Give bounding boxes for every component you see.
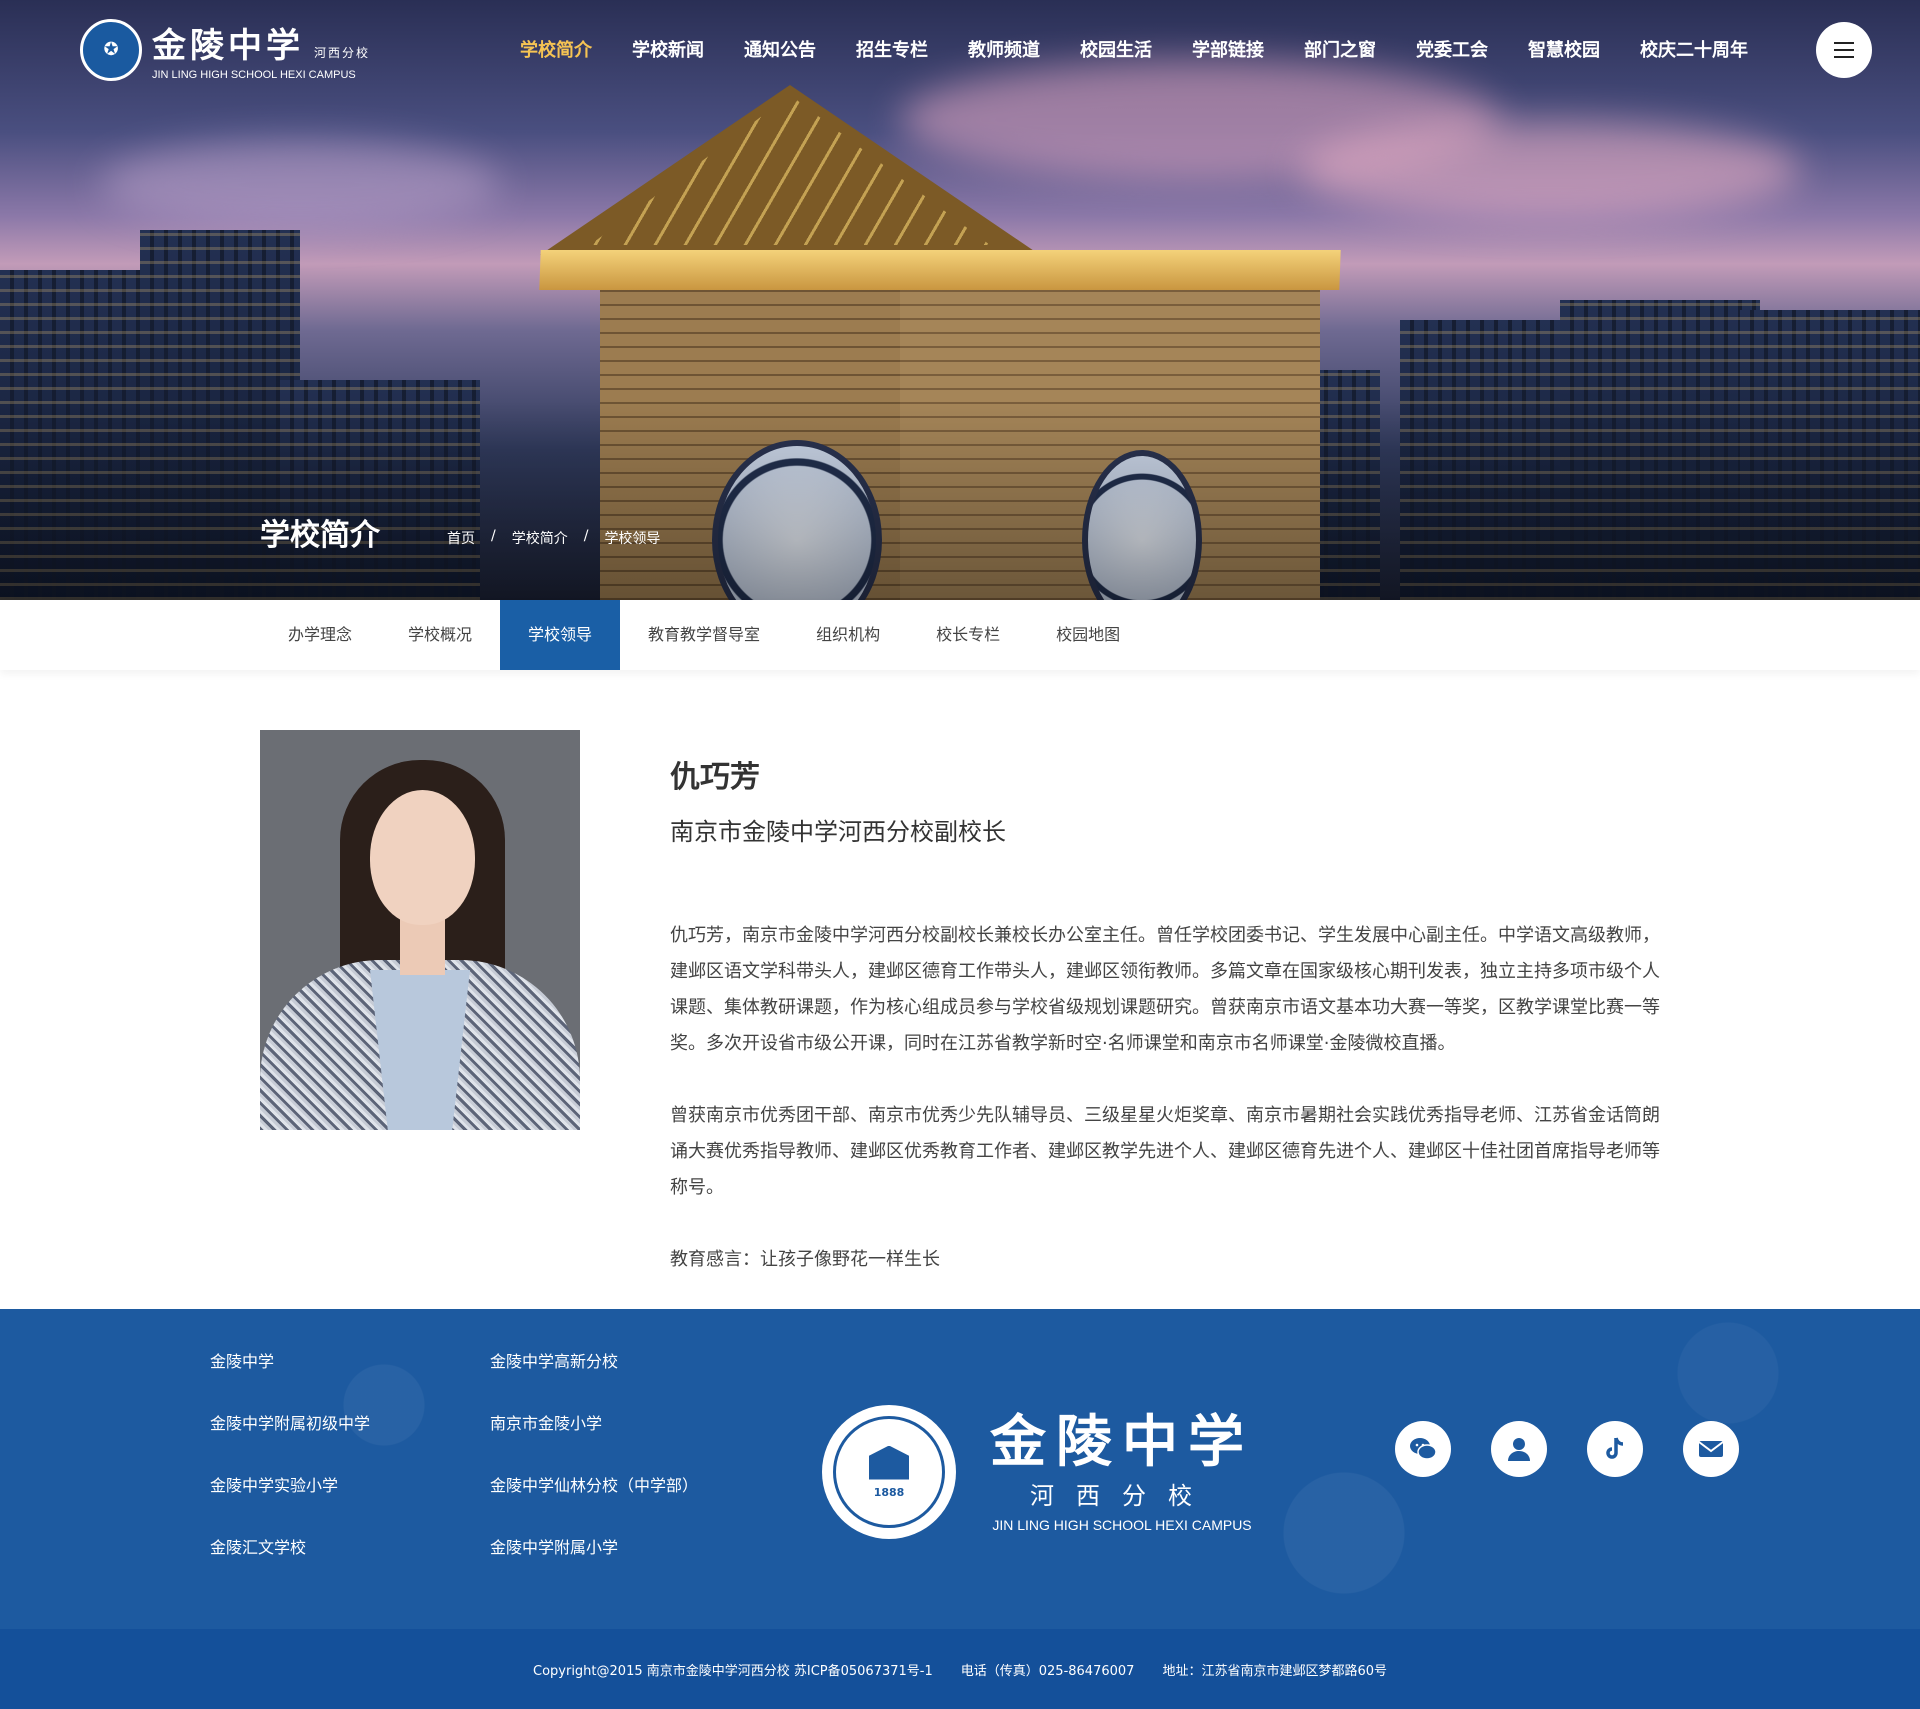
- tab-campus-map[interactable]: 校园地图: [1028, 600, 1148, 670]
- bio-motto: 教育感言：让孩子像野花一样生长: [670, 1249, 940, 1270]
- logo-cn: 金陵中学: [152, 26, 304, 66]
- tab-supervision[interactable]: 教育教学督导室: [620, 600, 788, 670]
- site-footer: 金陵中学 金陵中学高新分校 金陵中学附属初级中学 南京市金陵小学 金陵中学实验小…: [0, 1309, 1920, 1629]
- tab-philosophy[interactable]: 办学理念: [260, 600, 380, 670]
- user-icon[interactable]: [1491, 1421, 1547, 1477]
- breadcrumb-home[interactable]: 首页: [447, 528, 475, 548]
- school-badge-icon: ✪: [80, 18, 142, 81]
- logo-sub: 河西分校: [314, 46, 371, 60]
- bio-paragraph: 仇巧芳，南京市金陵中学河西分校副校长兼校长办公室主任。曾任学校团委书记、学生发展…: [670, 925, 1660, 1054]
- footer-logo: 1888 金陵中学 河西分校 JIN LING HIGH SCHOOL HEXI…: [822, 1405, 1254, 1539]
- page-title: 学校简介: [260, 518, 380, 553]
- footer-link[interactable]: 金陵汇文学校: [210, 1535, 490, 1561]
- tab-organization[interactable]: 组织机构: [788, 600, 908, 670]
- nav-school-news[interactable]: 学校新闻: [632, 36, 704, 62]
- nav-teachers[interactable]: 教师频道: [968, 36, 1040, 62]
- sub-nav: 办学理念 学校概况 学校领导 教育教学督导室 组织机构 校长专栏 校园地图: [0, 600, 1920, 670]
- nav-party-union[interactable]: 党委工会: [1416, 36, 1488, 62]
- breadcrumb-current[interactable]: 学校领导: [604, 528, 660, 548]
- main-nav: 学校简介 学校新闻 通知公告 招生专栏 教师频道 校园生活 学部链接 部门之窗 …: [520, 36, 1788, 62]
- nav-admissions[interactable]: 招生专栏: [856, 36, 928, 62]
- tab-overview[interactable]: 学校概况: [380, 600, 500, 670]
- mail-icon[interactable]: [1683, 1421, 1739, 1477]
- profile-photo: [260, 730, 580, 1130]
- nav-notices[interactable]: 通知公告: [744, 36, 816, 62]
- profile-bio: 仇巧芳，南京市金陵中学河西分校副校长兼校长办公室主任。曾任学校团委书记、学生发展…: [670, 918, 1660, 1314]
- breadcrumb-separator: /: [583, 528, 589, 544]
- nav-division-links[interactable]: 学部链接: [1192, 36, 1264, 62]
- bio-paragraph: 曾获南京市优秀团干部、南京市优秀少先队辅导员、三级星星火炬奖章、南京市暑期社会实…: [670, 1105, 1660, 1198]
- copyright-bar: Copyright@2015 南京市金陵中学河西分校 苏ICP备05067371…: [0, 1629, 1920, 1709]
- footer-link[interactable]: 金陵中学: [210, 1349, 490, 1375]
- tab-principal-column[interactable]: 校长专栏: [908, 600, 1028, 670]
- phone-text: 电话（传真）025-86476007: [960, 1663, 1135, 1679]
- breadcrumb-section[interactable]: 学校简介: [512, 528, 568, 548]
- breadcrumb: 首页 / 学校简介 / 学校领导: [447, 528, 676, 548]
- hamburger-icon: [1834, 42, 1854, 44]
- footer-logo-en: JIN LING HIGH SCHOOL HEXI CAMPUS: [992, 1516, 1252, 1533]
- footer-link[interactable]: 金陵中学实验小学: [210, 1473, 490, 1499]
- wechat-icon[interactable]: [1395, 1421, 1451, 1477]
- site-logo[interactable]: ✪ 金陵中学 河西分校 JIN LING HIGH SCHOOL HEXI CAM…: [80, 18, 370, 81]
- tiktok-icon[interactable]: [1587, 1421, 1643, 1477]
- profile-name: 仇巧芳: [670, 760, 760, 795]
- nav-campus-life[interactable]: 校园生活: [1080, 36, 1152, 62]
- footer-link[interactable]: 金陵中学附属初级中学: [210, 1411, 490, 1437]
- copyright-text: Copyright@2015 南京市金陵中学河西分校 苏ICP备05067371…: [533, 1663, 933, 1679]
- nav-anniversary[interactable]: 校庆二十周年: [1640, 36, 1748, 62]
- site-header: ✪ 金陵中学 河西分校 JIN LING HIGH SCHOOL HEXI CAM…: [0, 0, 1920, 100]
- menu-button[interactable]: [1816, 22, 1872, 78]
- nav-departments[interactable]: 部门之窗: [1304, 36, 1376, 62]
- nav-smart-campus[interactable]: 智慧校园: [1528, 36, 1600, 62]
- footer-logo-cn: 金陵中学: [990, 1408, 1254, 1475]
- social-links: [1395, 1421, 1779, 1477]
- address-text: 地址：江苏省南京市建邺区梦都路60号: [1162, 1663, 1387, 1679]
- logo-en: JIN LING HIGH SCHOOL HEXI CAMPUS: [152, 69, 356, 81]
- footer-logo-sub: 河西分校: [1030, 1481, 1214, 1510]
- breadcrumb-separator: /: [491, 528, 496, 544]
- school-seal-icon: 1888: [822, 1405, 956, 1539]
- footer-link[interactable]: 南京市金陵小学: [490, 1411, 730, 1437]
- profile-role: 南京市金陵中学河西分校副校长: [670, 818, 1006, 846]
- footer-link[interactable]: 金陵中学仙林分校（中学部）: [490, 1473, 730, 1499]
- nav-school-intro[interactable]: 学校简介: [520, 36, 592, 62]
- footer-link[interactable]: 金陵中学高新分校: [490, 1349, 730, 1375]
- tab-leadership[interactable]: 学校领导: [500, 600, 621, 670]
- badge-year: 1888: [873, 1485, 905, 1499]
- footer-link[interactable]: 金陵中学附属小学: [490, 1535, 730, 1561]
- footer-links: 金陵中学 金陵中学高新分校 金陵中学附属初级中学 南京市金陵小学 金陵中学实验小…: [210, 1349, 730, 1561]
